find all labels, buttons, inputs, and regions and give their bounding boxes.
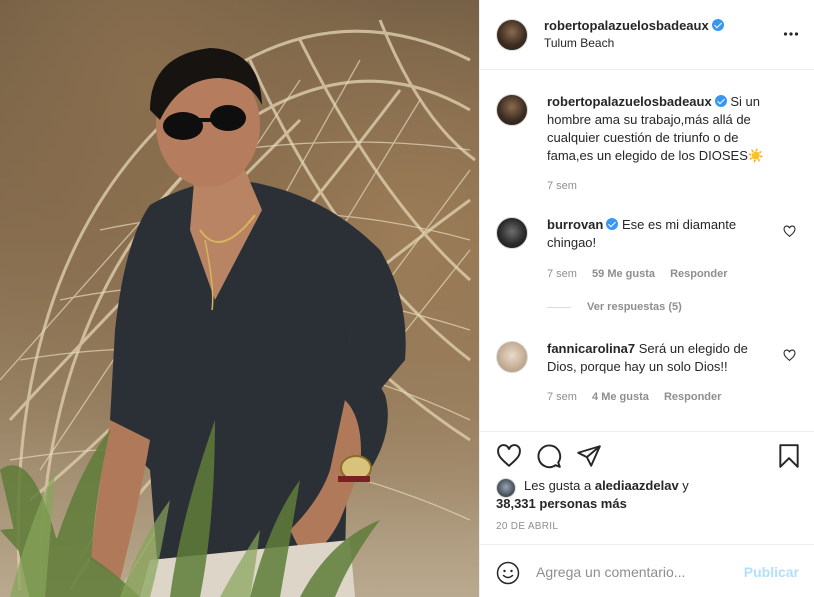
caption-time[interactable]: 7 sem: [547, 180, 577, 192]
post-header: robertopalazuelosbadeaux Tulum Beach: [480, 0, 814, 70]
avatar[interactable]: [496, 341, 528, 373]
emoji-icon[interactable]: [496, 561, 520, 585]
verified-badge-icon: [711, 19, 724, 31]
caption-body: robertopalazuelosbadeaux Si un hombre am…: [547, 93, 773, 165]
post-owner: robertopalazuelosbadeaux: [544, 17, 724, 35]
comment-icon[interactable]: [536, 443, 562, 469]
likes-connector: y: [682, 478, 689, 493]
verified-badge-icon: [606, 218, 619, 230]
caption: robertopalazuelosbadeaux Si un hombre am…: [496, 93, 796, 193]
comment-item: fannicarolina7 Será un elegido de Dios, …: [496, 340, 796, 440]
post-location[interactable]: Tulum Beach: [544, 36, 614, 50]
verified-badge-icon: [714, 95, 727, 107]
comment-time[interactable]: 7 sem: [547, 391, 577, 403]
heart-icon[interactable]: [783, 225, 796, 238]
avatar[interactable]: [496, 217, 528, 249]
likes-user[interactable]: alediaazdelav: [595, 478, 679, 493]
comment-meta: 7 sem 4 Me gusta Responder: [547, 391, 733, 403]
post-date[interactable]: 20 DE ABRIL: [496, 521, 558, 532]
view-replies-button[interactable]: Ver respuestas (5): [587, 301, 682, 313]
share-icon[interactable]: [576, 443, 602, 469]
comments-list[interactable]: robertopalazuelosbadeaux Si un hombre am…: [480, 71, 814, 432]
reply-button[interactable]: Responder: [670, 268, 727, 280]
comment-body: burrovan Ese es mi diamante chingao!: [547, 216, 773, 252]
comment-likes[interactable]: 4 Me gusta: [592, 391, 649, 403]
comment-meta: 7 sem 59 Me gusta Responder: [547, 268, 740, 280]
likes-count[interactable]: 38,331 personas más: [496, 496, 627, 511]
comment-time[interactable]: 7 sem: [547, 268, 577, 280]
comment-likes[interactable]: 59 Me gusta: [592, 268, 655, 280]
caption-username[interactable]: robertopalazuelosbadeaux: [547, 94, 712, 109]
post-photo-illustration: [0, 19, 476, 597]
add-comment-bar: Publicar: [480, 544, 814, 597]
comment-username[interactable]: fannicarolina7: [547, 341, 635, 356]
reply-button[interactable]: Responder: [664, 391, 721, 403]
avatar[interactable]: [496, 94, 528, 126]
likes-prefix: Les gusta a: [524, 478, 592, 493]
likes-line-1: Les gusta a alediaazdelav y: [524, 477, 689, 495]
likes-line-2: 38,331 personas más: [496, 495, 627, 513]
avatar[interactable]: [496, 19, 528, 51]
publish-button[interactable]: Publicar: [744, 564, 799, 580]
post-photo[interactable]: [0, 0, 479, 597]
heart-icon[interactable]: [496, 443, 522, 469]
bookmark-icon[interactable]: [776, 443, 802, 469]
comment-input[interactable]: [536, 561, 736, 583]
caption-meta: 7 sem: [547, 180, 589, 192]
comment-body: fannicarolina7 Será un elegido de Dios, …: [547, 340, 773, 376]
replies-divider: [547, 307, 571, 308]
heart-icon[interactable]: [783, 349, 796, 362]
post-details-panel: robertopalazuelosbadeaux Tulum Beach rob…: [479, 0, 814, 597]
comment-username[interactable]: burrovan: [547, 217, 603, 232]
more-icon[interactable]: [783, 26, 799, 42]
owner-username[interactable]: robertopalazuelosbadeaux: [544, 18, 709, 33]
